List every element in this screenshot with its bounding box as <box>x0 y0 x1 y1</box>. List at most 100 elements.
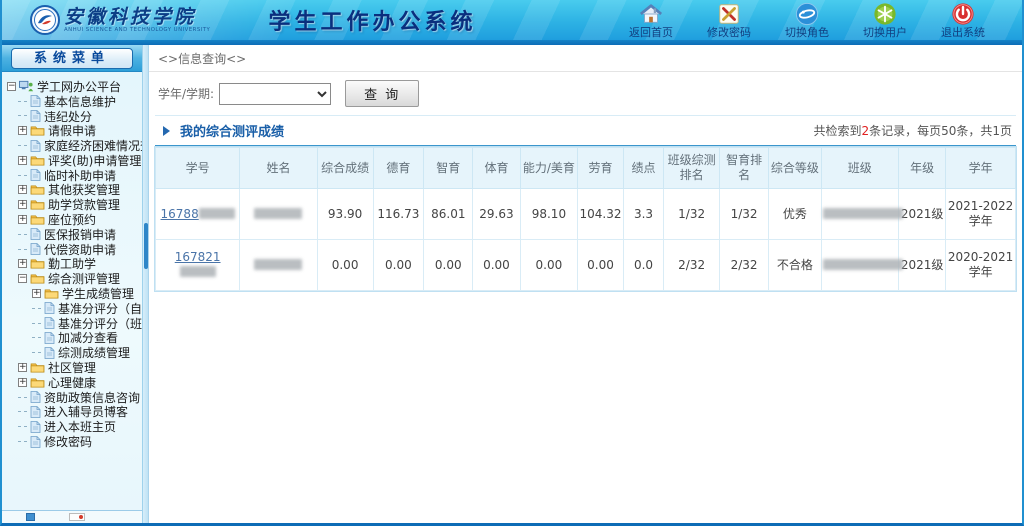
folder-icon <box>30 214 45 225</box>
column-header-class_name: 班级 <box>821 148 898 189</box>
expand-plus-icon[interactable]: + <box>32 289 41 298</box>
term-select[interactable] <box>219 83 331 105</box>
tree-root-item[interactable]: −学工网办公平台 <box>5 79 140 94</box>
expand-plus-icon[interactable]: + <box>18 363 27 372</box>
collapse-minus-icon[interactable]: − <box>18 274 27 283</box>
tree-item[interactable]: 医保报销申请 <box>5 227 140 242</box>
expand-plus-icon[interactable]: + <box>18 156 27 165</box>
term-label: 学年/学期: <box>158 85 214 102</box>
expand-plus-icon[interactable]: + <box>18 259 27 268</box>
expand-plus-icon[interactable]: + <box>18 378 27 387</box>
tree-item[interactable]: +社区管理 <box>5 360 140 375</box>
cell-name <box>240 189 317 240</box>
tree-item[interactable]: +学生成绩管理 <box>5 286 140 301</box>
expand-plus-icon[interactable]: + <box>18 126 27 135</box>
tree-item[interactable]: +勤工助学 <box>5 257 140 272</box>
doc-icon <box>30 391 41 403</box>
expand-plus-icon[interactable]: + <box>18 215 27 224</box>
tree-item[interactable]: +座位预约 <box>5 212 140 227</box>
switch-role-button[interactable]: 切换角色 <box>776 2 838 39</box>
tree-item[interactable]: +请假申请 <box>5 123 140 138</box>
sidebar-header: 系统菜单 <box>2 45 142 72</box>
home-label: 返回首页 <box>629 26 673 39</box>
cell-ability_aesthetic: 0.00 <box>520 240 578 291</box>
sidebar-splitter[interactable] <box>143 45 149 523</box>
main-content: <>信息查询<> 学年/学期: 查 询 我的综合测评成绩 共检索到2条记录，每页… <box>149 45 1022 523</box>
tree-item[interactable]: 违纪处分 <box>5 109 140 124</box>
cell-student_id: 16788 <box>156 189 240 240</box>
query-button[interactable]: 查 询 <box>345 80 419 107</box>
cell-academic_year: 2020-2021学年 <box>946 240 1016 291</box>
sidebar-bottom-toolbar[interactable] <box>2 510 142 523</box>
system-menu-button[interactable]: 系统菜单 <box>11 48 133 69</box>
section-arrow-icon <box>163 126 170 136</box>
tree-item[interactable]: 修改密码 <box>5 434 140 449</box>
cell-intellectual_rank: 2/32 <box>720 240 769 291</box>
tree-item[interactable]: 加减分查看 <box>5 331 140 346</box>
student-id-link[interactable]: 16788 <box>161 207 199 221</box>
expand-plus-icon[interactable]: + <box>18 185 27 194</box>
column-header-intellectual: 智育 <box>424 148 473 189</box>
cell-composite_score: 93.90 <box>317 189 373 240</box>
tree-item[interactable]: +评奖(助)申请管理 <box>5 153 140 168</box>
tree-item[interactable]: 家庭经济困难情况查看 <box>5 138 140 153</box>
column-header-grade: 年级 <box>898 148 945 189</box>
cell-intellectual: 86.01 <box>424 189 473 240</box>
password-button[interactable]: 修改密码 <box>698 2 760 39</box>
redacted-block <box>180 266 216 277</box>
university-emblem-icon <box>30 5 60 35</box>
column-header-student_id: 学号 <box>156 148 240 189</box>
expand-plus-icon[interactable]: + <box>18 200 27 209</box>
platform-icon <box>19 80 34 93</box>
tree-item[interactable]: +心理健康 <box>5 375 140 390</box>
tree-item[interactable]: +助学贷款管理 <box>5 197 140 212</box>
redacted-block <box>199 208 235 219</box>
password-label: 修改密码 <box>707 26 751 39</box>
doc-icon <box>30 110 41 122</box>
app-header: 安徽科技学院 ANHUI SCIENCE AND TECHNOLOGY UNIV… <box>2 0 1022 40</box>
cell-overall_grade: 不合格 <box>769 240 821 291</box>
university-name-en: ANHUI SCIENCE AND TECHNOLOGY UNIVERSITY <box>64 26 210 32</box>
result-summary: 共检索到2条记录，每页50条，共1页 <box>813 122 1012 139</box>
header-actions: 返回首页 修改密码 切换角色切换用户退出系统 <box>620 2 1012 39</box>
switch-user-button[interactable]: 切换用户 <box>854 2 916 39</box>
doc-icon <box>30 421 41 433</box>
column-header-labor: 劳育 <box>578 148 624 189</box>
tree-item[interactable]: 代偿资助申请 <box>5 242 140 257</box>
tree-item[interactable]: 基本信息维护 <box>5 94 140 109</box>
app-title: 学生工作办公系统 <box>269 4 477 36</box>
tree-item[interactable]: 综测成绩管理 <box>5 345 140 360</box>
tree-branch-line <box>18 234 27 235</box>
cell-gpa: 3.3 <box>623 189 663 240</box>
tree-item[interactable]: +其他获奖管理 <box>5 183 140 198</box>
power-button[interactable]: 退出系统 <box>932 2 994 39</box>
doc-icon <box>30 436 41 448</box>
splitter-collapse-handle[interactable] <box>144 223 148 269</box>
tree-item[interactable]: 基准分评分（班委） <box>5 316 140 331</box>
column-header-overall_grade: 综合等级 <box>769 148 821 189</box>
doc-icon <box>44 332 55 344</box>
column-header-physical: 体育 <box>473 148 520 189</box>
tree-item[interactable]: 进入辅导员博客 <box>5 405 140 420</box>
tree-item[interactable]: 临时补助申请 <box>5 168 140 183</box>
cell-ability_aesthetic: 98.10 <box>520 189 578 240</box>
tree-item[interactable]: 基准分评分（自评） <box>5 301 140 316</box>
home-icon <box>639 2 663 26</box>
mini-notice-icon[interactable] <box>69 513 85 521</box>
home-button[interactable]: 返回首页 <box>620 2 682 39</box>
tree-branch-line <box>18 441 27 442</box>
student-id-link[interactable]: 167821 <box>175 250 221 264</box>
tree-item[interactable]: 进入本班主页 <box>5 419 140 434</box>
password-icon <box>717 2 741 26</box>
folder-icon <box>30 155 45 166</box>
sidebar: 系统菜单 −学工网办公平台基本信息维护违纪处分+请假申请家庭经济困难情况查看+评… <box>2 45 143 523</box>
tree-item[interactable]: −综合测评管理 <box>5 271 140 286</box>
redacted-block <box>823 208 903 219</box>
mini-app-icon[interactable] <box>26 513 35 521</box>
tree-item[interactable]: 资助政策信息咨询 <box>5 390 140 405</box>
table-header-row: 学号姓名综合成绩德育智育体育能力/美育劳育绩点班级综测排名智育排名综合等级班级年… <box>156 148 1016 189</box>
table-row: 1678893.90116.7386.0129.6398.10104.323.3… <box>156 189 1016 240</box>
collapse-minus-icon[interactable]: − <box>7 82 16 91</box>
tree-branch-line <box>32 337 41 338</box>
cell-student_id: 167821 <box>156 240 240 291</box>
